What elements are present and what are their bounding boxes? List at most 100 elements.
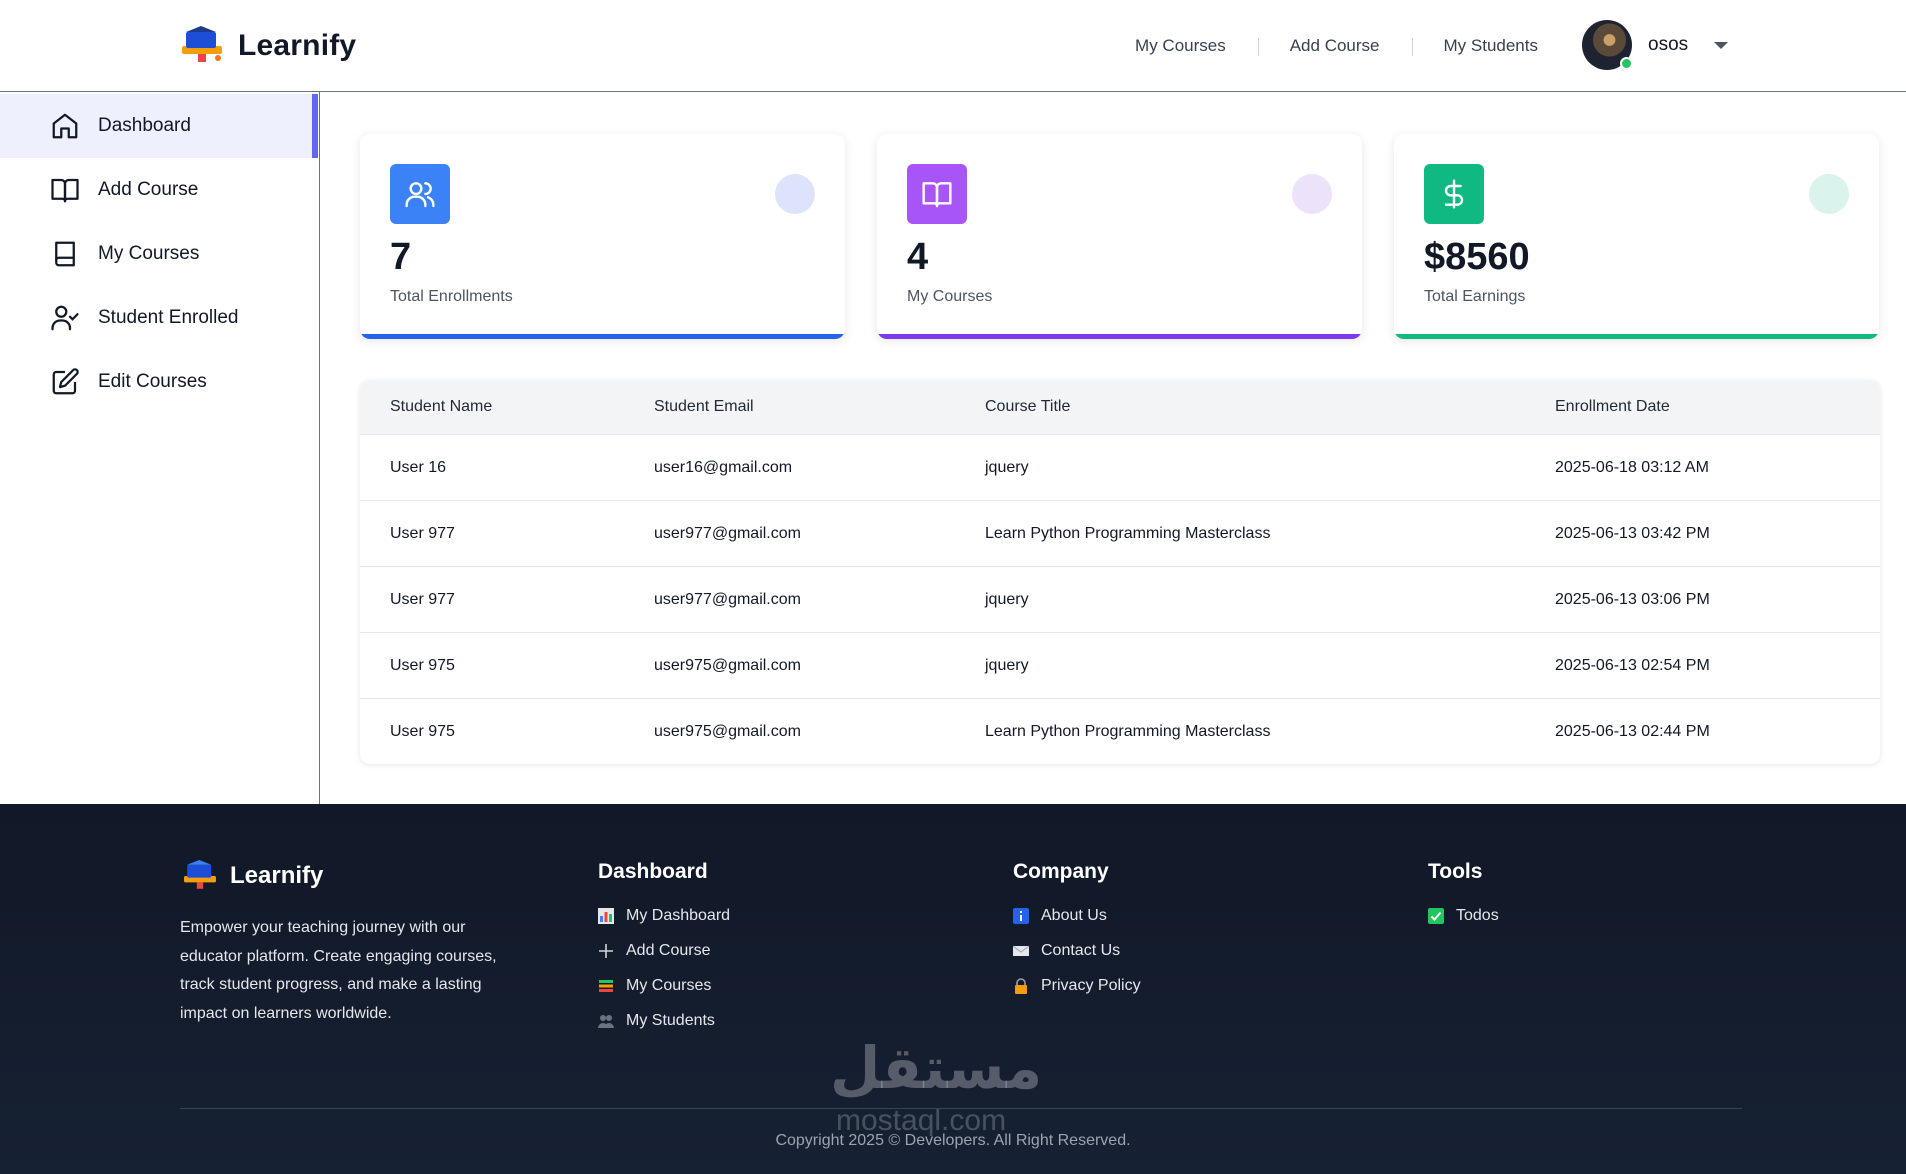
edit-icon xyxy=(52,368,79,395)
books-icon xyxy=(599,979,613,992)
enrollment-date: 2025-06-13 03:42 PM xyxy=(1555,524,1710,542)
avatar[interactable] xyxy=(1582,20,1633,70)
footer-column-title: Tools xyxy=(1428,860,1483,883)
enrollment-date: 2025-06-13 02:54 PM xyxy=(1555,656,1710,674)
stat-label: My Courses xyxy=(907,288,993,305)
footer-link-label: My Dashboard xyxy=(626,906,731,924)
info-icon xyxy=(1013,907,1029,924)
online-status-dot xyxy=(1620,57,1633,70)
footer-link-contact-us[interactable]: Contact Us xyxy=(1013,933,1141,968)
sidebar-item-label: Dashboard xyxy=(98,115,191,136)
footer-link-label: Add Course xyxy=(626,941,711,959)
footer-link-label: Privacy Policy xyxy=(1041,976,1141,994)
open-book-icon xyxy=(51,178,79,203)
course-title: jquery xyxy=(985,458,1029,476)
column-header: Enrollment Date xyxy=(1555,398,1670,415)
footer-column-company: Company About Us Contact Us Privacy Poli… xyxy=(1013,860,1141,1003)
nav-my-students[interactable]: My Students xyxy=(1411,36,1571,56)
footer-link-label: About Us xyxy=(1041,906,1107,924)
people-icon xyxy=(598,1014,614,1028)
top-nav: My Courses Add Course My Students xyxy=(1103,0,1570,92)
sidebar: Dashboard Add Course My Courses Student … xyxy=(0,92,320,804)
stat-card-earnings: $8560 Total Earnings xyxy=(1394,134,1879,339)
footer-link-label: My Students xyxy=(626,1011,715,1029)
bar-chart-icon xyxy=(598,907,614,924)
decorative-dot xyxy=(1809,174,1849,214)
logo-icon xyxy=(182,26,222,62)
table-header: Student Name Student Email Course Title … xyxy=(360,380,1880,434)
stat-label: Total Earnings xyxy=(1424,288,1526,305)
table-row: User 975 user975@gmail.com Learn Python … xyxy=(360,698,1880,764)
decorative-dot xyxy=(1292,174,1332,214)
stat-value: 4 xyxy=(907,236,929,278)
student-name: User 975 xyxy=(390,722,455,740)
footer-divider xyxy=(180,1108,1742,1109)
stat-card-courses: 4 My Courses xyxy=(877,134,1362,339)
footer-column-dashboard: Dashboard My Dashboard Add Course My Cou… xyxy=(598,860,730,1038)
course-title: jquery xyxy=(985,590,1029,608)
decorative-dot xyxy=(775,174,815,214)
student-name: User 975 xyxy=(390,656,455,674)
table-row: User 16 user16@gmail.com jquery 2025-06-… xyxy=(360,434,1880,500)
course-title: jquery xyxy=(985,656,1029,674)
student-email: user16@gmail.com xyxy=(654,458,793,476)
stat-card-enrollments: 7 Total Enrollments xyxy=(360,134,845,339)
accent-bar xyxy=(877,334,1362,339)
sidebar-item-label: My Courses xyxy=(98,243,200,264)
plus-icon xyxy=(599,943,613,958)
checkbox-icon xyxy=(1428,907,1444,924)
student-email: user977@gmail.com xyxy=(654,590,801,608)
sidebar-item-my-courses[interactable]: My Courses xyxy=(0,222,318,286)
footer-brand[interactable]: Learnify xyxy=(180,860,323,892)
enrollment-date: 2025-06-13 03:06 PM xyxy=(1555,590,1710,608)
footer-link-privacy-policy[interactable]: Privacy Policy xyxy=(1013,968,1141,1003)
student-email: user975@gmail.com xyxy=(654,656,801,674)
home-icon xyxy=(52,113,78,139)
accent-bar xyxy=(1394,334,1879,339)
student-email: user975@gmail.com xyxy=(654,722,801,740)
nav-my-courses[interactable]: My Courses xyxy=(1103,36,1258,56)
enrollment-date: 2025-06-13 02:44 PM xyxy=(1555,722,1710,740)
footer-link-my-courses[interactable]: My Courses xyxy=(598,968,730,1003)
nav-add-course[interactable]: Add Course xyxy=(1257,36,1412,56)
column-header: Course Title xyxy=(985,398,1071,415)
footer-link-label: Contact Us xyxy=(1041,941,1121,959)
chevron-down-icon[interactable] xyxy=(1714,41,1729,49)
table-row: User 975 user975@gmail.com jquery 2025-0… xyxy=(360,632,1880,698)
footer-column-title: Dashboard xyxy=(598,860,708,883)
footer-link-my-dashboard[interactable]: My Dashboard xyxy=(598,898,730,933)
course-title: Learn Python Programming Masterclass xyxy=(985,524,1271,542)
sidebar-item-label: Student Enrolled xyxy=(98,307,239,328)
watermark: مستقل xyxy=(830,1036,1043,1101)
column-header: Student Name xyxy=(390,398,493,415)
stat-value: $8560 xyxy=(1424,236,1530,278)
envelope-icon xyxy=(1013,945,1029,956)
table-row: User 977 user977@gmail.com Learn Python … xyxy=(360,500,1880,566)
footer-link-add-course[interactable]: Add Course xyxy=(598,933,730,968)
column-header: Student Email xyxy=(654,398,754,415)
footer-link-my-students[interactable]: My Students xyxy=(598,1003,730,1038)
course-title: Learn Python Programming Masterclass xyxy=(985,722,1271,740)
sidebar-item-student-enrolled[interactable]: Student Enrolled xyxy=(0,286,318,350)
footer-column-title: Company xyxy=(1013,860,1109,883)
top-header: Learnify My Courses Add Course My Studen… xyxy=(0,0,1906,92)
footer: Learnify Empower your teaching journey w… xyxy=(0,804,1906,1174)
sidebar-item-dashboard[interactable]: Dashboard xyxy=(0,94,318,158)
student-email: user977@gmail.com xyxy=(654,524,801,542)
logo-icon xyxy=(184,860,216,889)
sidebar-item-add-course[interactable]: Add Course xyxy=(0,158,318,222)
enrollments-table: Student Name Student Email Course Title … xyxy=(360,380,1880,764)
sidebar-item-edit-courses[interactable]: Edit Courses xyxy=(0,350,318,414)
brand[interactable]: Learnify xyxy=(178,26,356,66)
footer-link-about-us[interactable]: About Us xyxy=(1013,898,1141,933)
copyright: Copyright 2025 © Developers. All Right R… xyxy=(775,1132,1131,1149)
brand-name: Learnify xyxy=(238,29,357,62)
users-icon xyxy=(390,164,450,224)
student-name: User 977 xyxy=(390,524,455,542)
profile-menu[interactable]: osos xyxy=(1582,20,1729,70)
table-row: User 977 user977@gmail.com jquery 2025-0… xyxy=(360,566,1880,632)
footer-link-label: My Courses xyxy=(626,976,712,994)
stat-label: Total Enrollments xyxy=(390,288,513,305)
footer-link-todos[interactable]: Todos xyxy=(1428,898,1499,933)
student-name: User 977 xyxy=(390,590,455,608)
